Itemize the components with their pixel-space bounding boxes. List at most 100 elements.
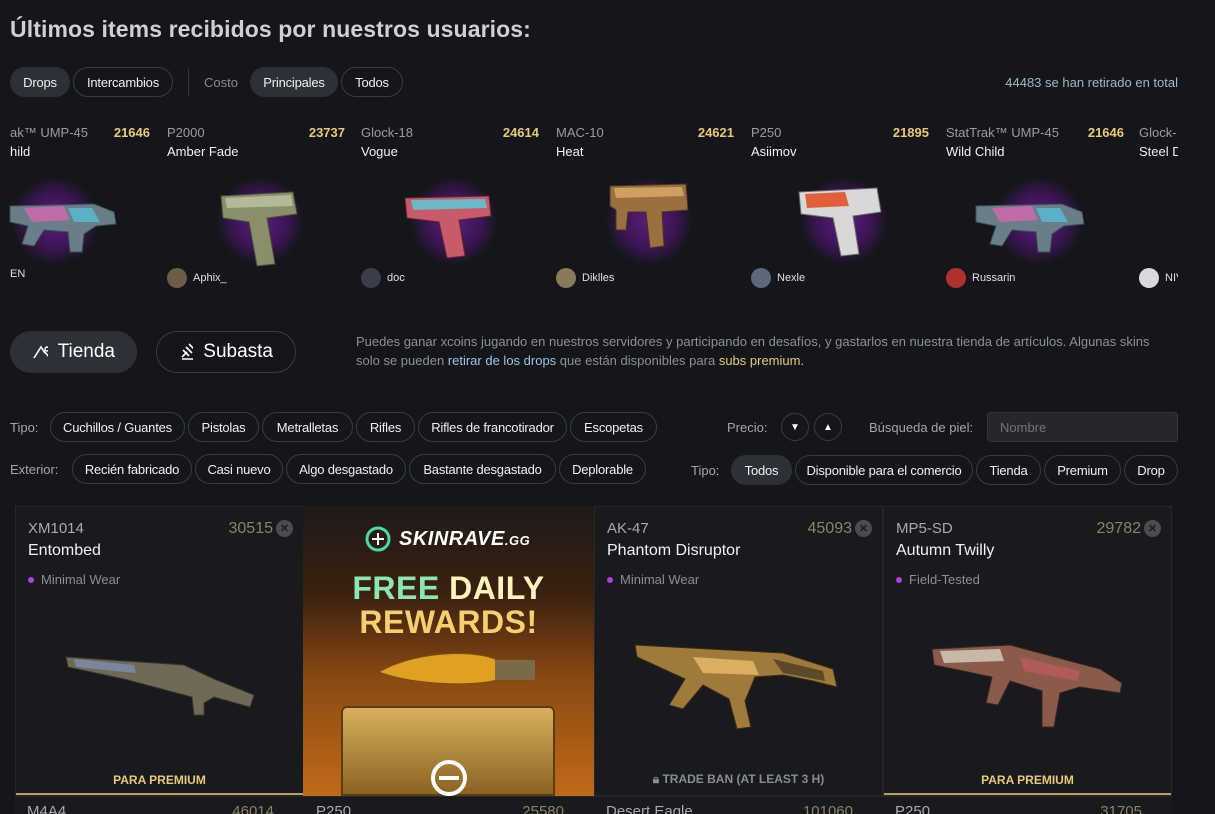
card-price: 25580 <box>522 803 564 814</box>
exterior-battle-scarred[interactable]: Deplorable <box>559 454 646 484</box>
feed-username: EN <box>10 268 26 280</box>
item-card-partial[interactable]: P250 31705 <box>883 796 1172 814</box>
feed-item[interactable]: Glock-18 Vogue 24614 doc <box>361 118 551 298</box>
premium-only-label: PARA PREMIUM <box>981 773 1074 787</box>
type-pistols[interactable]: Pistolas <box>188 412 259 442</box>
filter-principales[interactable]: Principales <box>250 67 338 97</box>
card-weapon: AK-47 <box>607 520 649 537</box>
banner-brand: SKINRAVE.GG <box>399 528 530 551</box>
type-shotguns[interactable]: Escopetas <box>570 412 657 442</box>
skin-search-input[interactable] <box>987 412 1178 442</box>
info-text: que están disponibles para <box>556 353 719 368</box>
subasta-button[interactable]: Subasta <box>156 331 296 373</box>
cost-label: Costo <box>204 75 238 90</box>
wear-label: Minimal Wear <box>620 572 700 587</box>
item-card-partial[interactable]: P250 25580 <box>304 796 594 814</box>
premium-link[interactable]: subs premium. <box>719 353 804 368</box>
type-filter-label: Tipo: <box>10 420 39 435</box>
avail-drop[interactable]: Drop <box>1124 455 1178 485</box>
card-price: 46014 <box>232 803 274 814</box>
feed-user: EN <box>10 268 25 280</box>
tienda-button[interactable]: Tienda <box>10 331 137 373</box>
wear-label: Field-Tested <box>909 572 980 587</box>
item-card-partial[interactable]: Desert Eagle 101060 <box>594 796 883 814</box>
card-skin: Phantom Disruptor <box>607 542 741 559</box>
avail-all[interactable]: Todos <box>731 455 792 485</box>
feed-weapon: P250 <box>751 125 782 140</box>
drops-link[interactable]: retirar de los drops <box>448 353 556 368</box>
card-weapon: XM1014 <box>28 520 84 537</box>
exterior-minimal-wear[interactable]: Casi nuevo <box>195 454 283 484</box>
feed-price: 23737 <box>308 125 345 140</box>
premium-only-label: PARA PREMIUM <box>113 773 206 787</box>
avail-tradable[interactable]: Disponible para el comercio <box>795 455 973 485</box>
item-card[interactable]: XM1014 Entombed 30515 ✕ Minimal Wear PAR… <box>15 506 304 796</box>
feed-skin: Vogue <box>361 144 398 159</box>
feed-skin: Asiimov <box>751 144 797 159</box>
card-wear: Minimal Wear <box>28 572 120 587</box>
feed-item[interactable]: P2000 Amber Fade 23737 Aphix_ <box>167 118 357 298</box>
avatar <box>361 268 381 288</box>
card-weapon: P250 <box>895 803 931 814</box>
premium-underline <box>16 793 303 795</box>
exterior-filter-label: Exterior: <box>10 462 59 477</box>
feed-item[interactable]: ak™ UMP-45 hild 21646 EN <box>0 118 152 298</box>
chevron-down-icon: ▼ <box>790 421 800 433</box>
card-skin: Autumn Twilly <box>896 542 995 559</box>
item-card-partial[interactable]: M4A4 46014 <box>15 796 304 814</box>
feed-user: Nexle <box>751 268 805 288</box>
card-weapon: P250 <box>316 803 352 814</box>
page-title: Últimos items recibidos por nuestros usu… <box>10 16 531 42</box>
feed-item[interactable]: MAC-10 Heat 24621 Diklles <box>556 118 746 298</box>
item-card[interactable]: MP5-SD Autumn Twilly 29782 ✕ Field-Teste… <box>883 506 1172 796</box>
tienda-label: Tienda <box>57 341 115 362</box>
type-rifles[interactable]: Rifles <box>356 412 415 442</box>
skinrave-logo-icon <box>365 526 391 552</box>
feed-username: Aphix_ <box>193 272 227 284</box>
mountain-icon <box>33 345 48 359</box>
type-smgs[interactable]: Metralletas <box>262 412 353 442</box>
feed-price: 21895 <box>892 125 929 140</box>
card-skin: Entombed <box>28 542 101 559</box>
avail-premium[interactable]: Premium <box>1044 455 1121 485</box>
type-snipers[interactable]: Rifles de francotirador <box>418 412 567 442</box>
filter-todos[interactable]: Todos <box>341 67 403 97</box>
card-price: 31705 <box>1100 803 1142 814</box>
card-weapon: Desert Eagle <box>606 803 693 814</box>
exterior-well-worn[interactable]: Bastante desgastado <box>409 454 556 484</box>
weapon-image-xm1014 <box>65 656 255 716</box>
card-price: 101060 <box>802 803 853 814</box>
availability-filter-label: Tipo: <box>691 463 720 478</box>
feed-skin: Heat <box>556 144 584 159</box>
weapon-image-mp5sd <box>931 644 1123 728</box>
feed-user: Diklles <box>556 268 614 288</box>
feed-item[interactable]: P250 Asiimov 21895 Nexle <box>751 118 941 298</box>
item-card[interactable]: AK-47 Phantom Disruptor 45093 ✕ Minimal … <box>594 506 883 796</box>
exterior-field-tested[interactable]: Algo desgastado <box>286 454 406 484</box>
price-label: Precio: <box>727 420 768 435</box>
xcoin-icon: ✕ <box>276 520 293 537</box>
feed-weapon: StatTrak™ UMP-45 <box>946 125 1059 140</box>
feed-item[interactable]: Glock- Steel D NIV <box>1139 118 1178 298</box>
feed-weapon: P2000 <box>167 125 205 140</box>
total-text: se han retirado en total <box>1041 75 1178 90</box>
exterior-factory-new[interactable]: Recién fabricado <box>72 454 192 484</box>
weapon-image-ump45 <box>9 203 117 253</box>
weapon-image-glock <box>404 195 492 259</box>
sort-asc-button[interactable]: ▲ <box>814 413 842 441</box>
skinrave-ad-banner[interactable]: SKINRAVE.GG FREE DAILY REWARDS! <box>303 506 594 796</box>
gavel-icon <box>181 343 194 360</box>
filter-intercambios[interactable]: Intercambios <box>73 67 173 97</box>
card-price: 45093 <box>807 520 853 537</box>
type-knives-gloves[interactable]: Cuchillos / Guantes <box>50 412 185 442</box>
sort-desc-button[interactable]: ▼ <box>781 413 809 441</box>
feed-username: doc <box>387 272 405 284</box>
xcoin-icon: ✕ <box>1144 520 1161 537</box>
filter-drops[interactable]: Drops <box>10 67 70 97</box>
wear-label: Minimal Wear <box>41 572 121 587</box>
avail-shop[interactable]: Tienda <box>976 455 1041 485</box>
feed-user: doc <box>361 268 405 288</box>
knife-image <box>377 653 536 685</box>
feed-item[interactable]: StatTrak™ UMP-45 Wild Child 21646 Russar… <box>946 118 1136 298</box>
feed-user: Russarin <box>946 268 1015 288</box>
